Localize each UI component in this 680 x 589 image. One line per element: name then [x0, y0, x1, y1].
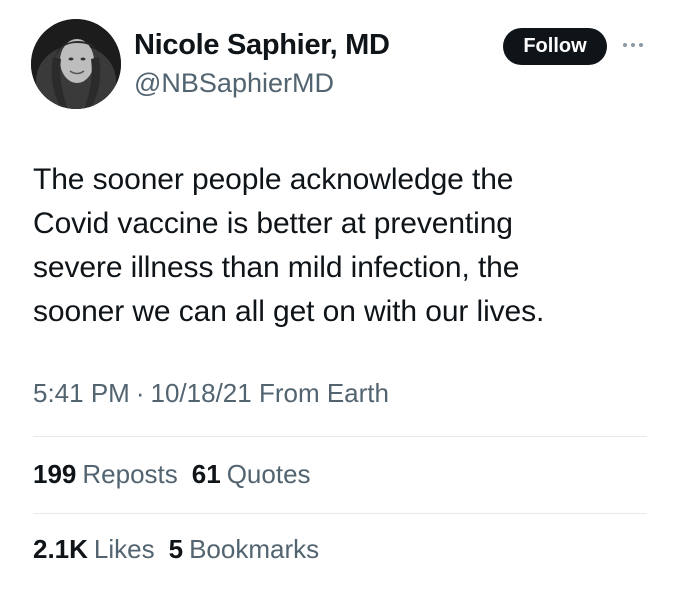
tweet-time[interactable]: 5:41 PM — [33, 378, 130, 408]
dot — [623, 43, 627, 47]
display-name[interactable]: Nicole Saphier, MD — [134, 29, 390, 62]
reposts-stat[interactable]: 199 Reposts — [33, 459, 178, 489]
reposts-count: 199 — [33, 459, 77, 489]
dot — [639, 43, 643, 47]
tweet-text-line: sooner we can all get on with our lives. — [33, 295, 545, 328]
avatar-image — [31, 19, 121, 109]
user-handle[interactable]: @NBSaphierMD — [134, 68, 334, 99]
tweet-text-line: Covid vaccine is better at preventing — [33, 207, 513, 240]
quotes-stat[interactable]: 61 Quotes — [192, 459, 311, 489]
follow-button[interactable]: Follow — [503, 28, 607, 65]
divider — [33, 513, 647, 514]
quotes-label: Quotes — [226, 459, 311, 489]
tweet-text-line: severe illness than mild infection, the — [33, 251, 520, 284]
likes-label: Likes — [93, 534, 155, 564]
engagement-row-likes: 2.1K Likes 5 Bookmarks — [33, 534, 333, 565]
tweet-card: Nicole Saphier, MD @NBSaphierMD Follow T… — [0, 0, 680, 589]
bookmarks-label: Bookmarks — [189, 534, 320, 564]
avatar[interactable] — [31, 19, 121, 109]
reposts-label: Reposts — [82, 459, 178, 489]
divider — [33, 436, 647, 437]
tweet-text-line: The sooner people acknowledge the — [33, 163, 514, 196]
dot — [631, 43, 635, 47]
likes-stat[interactable]: 2.1K Likes — [33, 534, 155, 564]
quotes-count: 61 — [191, 459, 221, 489]
tweet-meta: 5:41 PM · 10/18/21 From Earth — [33, 378, 389, 409]
tweet-source: From Earth — [258, 378, 389, 408]
likes-count: 2.1K — [33, 534, 88, 564]
bookmarks-stat[interactable]: 5 Bookmarks — [169, 534, 320, 564]
tweet-date[interactable]: 10/18/21 — [151, 378, 252, 408]
engagement-row-reposts: 199 Reposts 61 Quotes — [33, 459, 325, 490]
bookmarks-count: 5 — [168, 534, 184, 564]
meta-separator: · — [135, 378, 145, 408]
more-horizontal-icon[interactable] — [621, 40, 647, 50]
tweet-text: The sooner people acknowledge the Covid … — [33, 158, 653, 334]
